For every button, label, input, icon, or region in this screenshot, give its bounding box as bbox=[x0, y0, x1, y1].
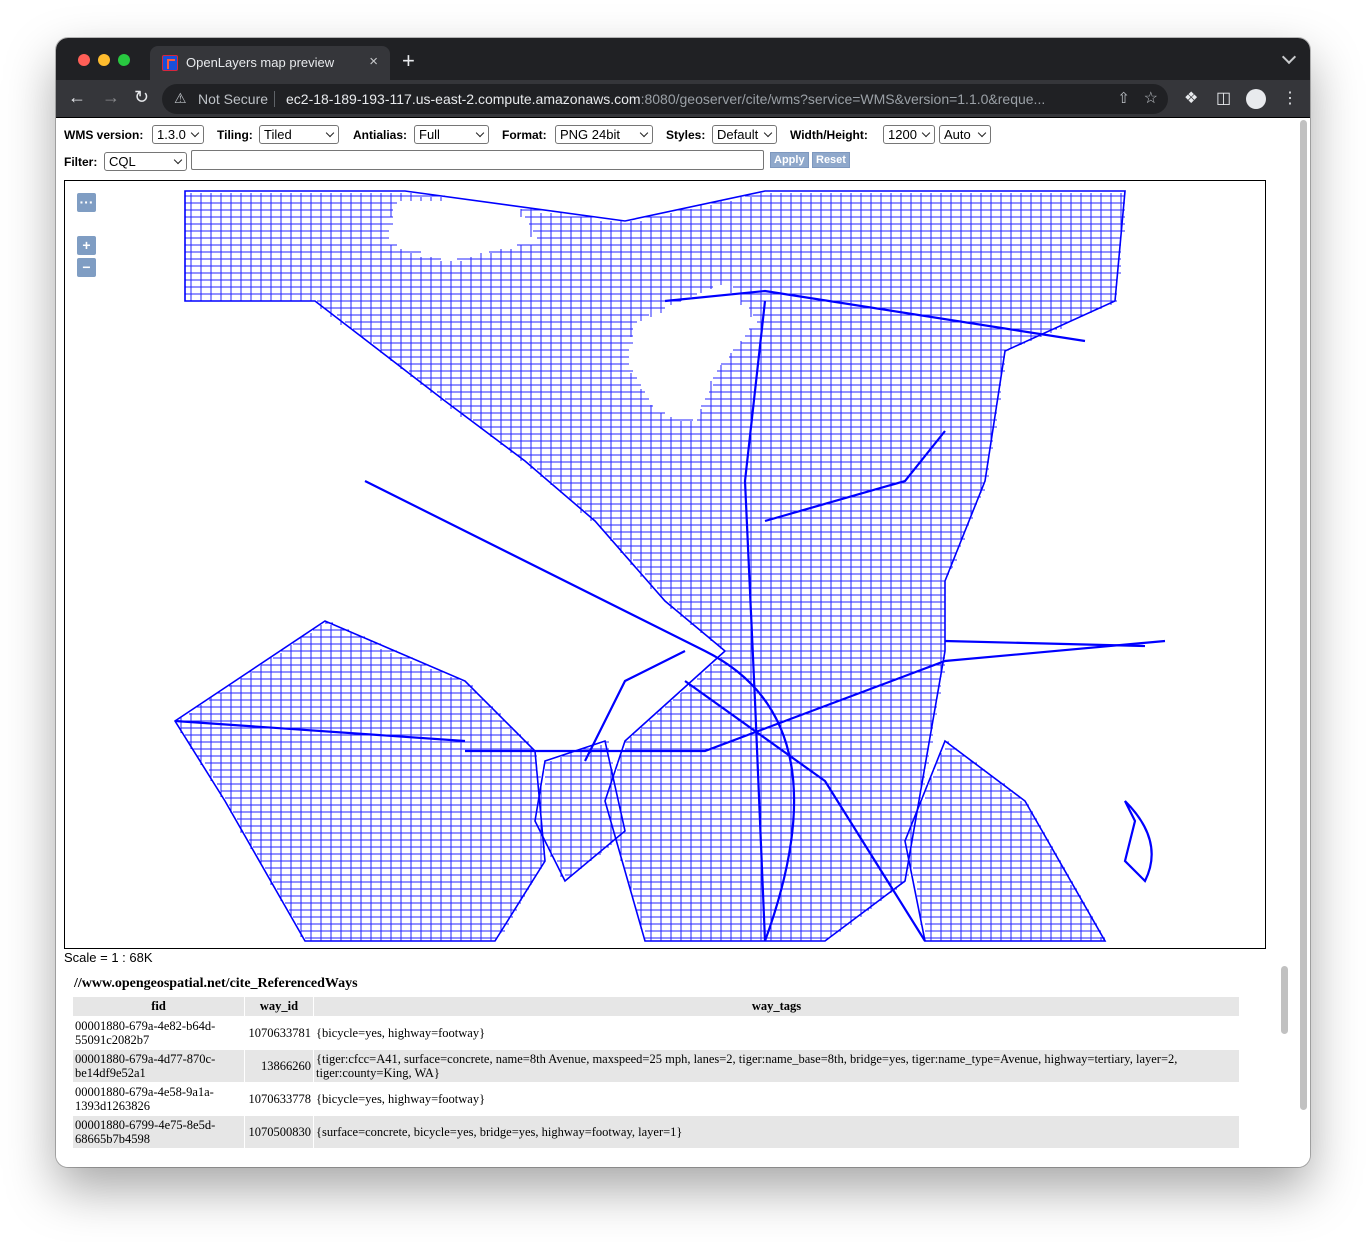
table-row: 00001880-679a-4e58-9a1a-1393d1263826 107… bbox=[72, 1082, 1240, 1116]
page-content: WMS version: 1.3.0 Tiling: Tiled Antiali… bbox=[56, 118, 1310, 1167]
tiling-select[interactable]: Tiled bbox=[259, 125, 339, 144]
maximize-window-button[interactable] bbox=[118, 54, 130, 66]
feature-panel-scrollbar-thumb[interactable] bbox=[1281, 966, 1288, 1034]
url-text[interactable]: ec2-18-189-193-117.us-east-2.compute.ama… bbox=[286, 91, 1106, 107]
layer-title: //www.opengeospatial.net/cite_Referenced… bbox=[74, 976, 358, 991]
styles-label: Styles: bbox=[666, 128, 706, 142]
cell-way-tags: {bicycle=yes, highway=footway} bbox=[313, 1082, 1240, 1116]
filter-label: Filter: bbox=[64, 155, 98, 169]
filter-type-select[interactable]: CQL bbox=[104, 152, 187, 171]
extensions-puzzle-icon[interactable]: ❖ bbox=[1184, 88, 1198, 108]
profile-avatar-icon[interactable] bbox=[1246, 89, 1266, 109]
reload-icon[interactable]: ↻ bbox=[134, 87, 149, 108]
tab-close-icon[interactable]: × bbox=[369, 53, 378, 70]
major-road bbox=[584, 650, 686, 762]
feature-panel-scrollbar[interactable] bbox=[1280, 966, 1290, 1167]
geoserver-favicon-icon bbox=[162, 55, 178, 71]
close-window-button[interactable] bbox=[78, 54, 90, 66]
cell-fid: 00001880-679a-4d77-870c-be14df9e52a1 bbox=[72, 1049, 245, 1083]
table-row: 00001880-6799-4e75-8e5d-68665b7b4598 107… bbox=[72, 1115, 1240, 1149]
minimize-window-button[interactable] bbox=[98, 54, 110, 66]
url-path: :8080/geoserver/cite/wms?service=WMS&ver… bbox=[640, 91, 1046, 107]
format-label: Format: bbox=[502, 128, 547, 142]
antialias-select[interactable]: Full bbox=[414, 125, 489, 144]
warning-triangle-icon[interactable]: ⚠ bbox=[174, 90, 187, 107]
cell-way-id: 13866260 bbox=[244, 1049, 314, 1083]
side-panel-icon[interactable]: ◫ bbox=[1216, 88, 1231, 108]
table-row: 00001880-679a-4e82-b64d-55091c2082b7 107… bbox=[72, 1016, 1240, 1050]
major-road bbox=[1123, 800, 1153, 883]
column-header-way-tags: way_tags bbox=[313, 996, 1240, 1017]
address-separator bbox=[274, 91, 275, 107]
cell-way-tags: {tiger:cfcc=A41, surface=concrete, name=… bbox=[313, 1049, 1240, 1083]
scale-text: Scale = 1 : 68K bbox=[64, 950, 153, 965]
cell-fid: 00001880-6799-4e75-8e5d-68665b7b4598 bbox=[72, 1115, 245, 1149]
cell-way-tags: {bicycle=yes, highway=footway} bbox=[313, 1016, 1240, 1050]
wms-version-label: WMS version: bbox=[64, 128, 144, 142]
shoreline-path bbox=[184, 190, 1126, 942]
wms-version-select[interactable]: 1.3.0 bbox=[152, 125, 204, 144]
width-height-label: Width/Height: bbox=[790, 128, 868, 142]
bookmark-star-icon[interactable]: ☆ bbox=[1144, 88, 1158, 108]
format-select[interactable]: PNG 24bit bbox=[555, 125, 653, 144]
reset-button[interactable]: Reset bbox=[812, 152, 850, 168]
feature-info-panel: //www.opengeospatial.net/cite_Referenced… bbox=[64, 966, 1290, 1167]
forward-arrow-icon[interactable]: → bbox=[102, 87, 120, 108]
tiling-label: Tiling: bbox=[217, 128, 253, 142]
back-arrow-icon[interactable]: ← bbox=[68, 87, 86, 108]
cell-way-id: 1070633778 bbox=[244, 1082, 314, 1116]
shoreline-path bbox=[904, 739, 1107, 942]
zoom-out-button[interactable]: − bbox=[77, 258, 96, 277]
major-road bbox=[364, 480, 796, 942]
cell-fid: 00001880-679a-4e82-b64d-55091c2082b7 bbox=[72, 1016, 245, 1050]
apply-button[interactable]: Apply bbox=[770, 152, 809, 168]
major-road bbox=[743, 300, 767, 942]
street-network-layer bbox=[173, 190, 1166, 942]
column-header-way-id: way_id bbox=[244, 996, 314, 1017]
new-tab-button[interactable]: + bbox=[402, 48, 415, 74]
zoom-in-button[interactable]: + bbox=[77, 236, 96, 255]
page-scrollbar-thumb[interactable] bbox=[1300, 120, 1307, 1110]
table-row: 00001880-679a-4d77-870c-be14df9e52a1 138… bbox=[72, 1049, 1240, 1083]
tab-search-chevron-icon[interactable] bbox=[1281, 49, 1297, 65]
page-scrollbar[interactable] bbox=[1298, 120, 1308, 1110]
browser-toolbar: ← → ↻ ⚠ Not Secure ec2-18-189-193-117.us… bbox=[56, 80, 1310, 118]
title-bar: OpenLayers map preview × + bbox=[56, 38, 1310, 80]
url-host: ec2-18-189-193-117.us-east-2.compute.ama… bbox=[286, 91, 641, 107]
security-label[interactable]: Not Secure bbox=[198, 91, 268, 107]
cell-fid: 00001880-679a-4e58-9a1a-1393d1263826 bbox=[72, 1082, 245, 1116]
major-road bbox=[944, 639, 1146, 648]
column-header-fid: fid bbox=[72, 996, 245, 1017]
cell-way-id: 1070500830 bbox=[244, 1115, 314, 1149]
share-icon[interactable]: ⇧ bbox=[1117, 89, 1130, 107]
feature-table: fid way_id way_tags 00001880-679a-4e82-b… bbox=[72, 996, 1240, 1149]
cell-way-tags: {surface=concrete, bicycle=yes, bridge=y… bbox=[313, 1115, 1240, 1149]
cell-way-id: 1070633781 bbox=[244, 1016, 314, 1050]
filter-input[interactable] bbox=[191, 150, 764, 170]
map-viewport[interactable]: ··· + − bbox=[64, 180, 1266, 949]
layer-switcher-button[interactable]: ··· bbox=[77, 193, 96, 212]
major-road bbox=[664, 289, 1086, 343]
browser-tab[interactable]: OpenLayers map preview × bbox=[150, 46, 390, 80]
height-select[interactable]: Auto bbox=[939, 125, 991, 144]
browser-window: OpenLayers map preview × + ← → ↻ ⚠ Not S… bbox=[56, 38, 1310, 1167]
more-menu-icon[interactable]: ⋮ bbox=[1282, 88, 1298, 108]
tab-title: OpenLayers map preview bbox=[186, 55, 335, 70]
address-bar[interactable]: ⚠ Not Secure ec2-18-189-193-117.us-east-… bbox=[162, 84, 1168, 114]
styles-select[interactable]: Default bbox=[712, 125, 777, 144]
width-select[interactable]: 1200 bbox=[883, 125, 935, 144]
antialias-label: Antialias: bbox=[353, 128, 408, 142]
